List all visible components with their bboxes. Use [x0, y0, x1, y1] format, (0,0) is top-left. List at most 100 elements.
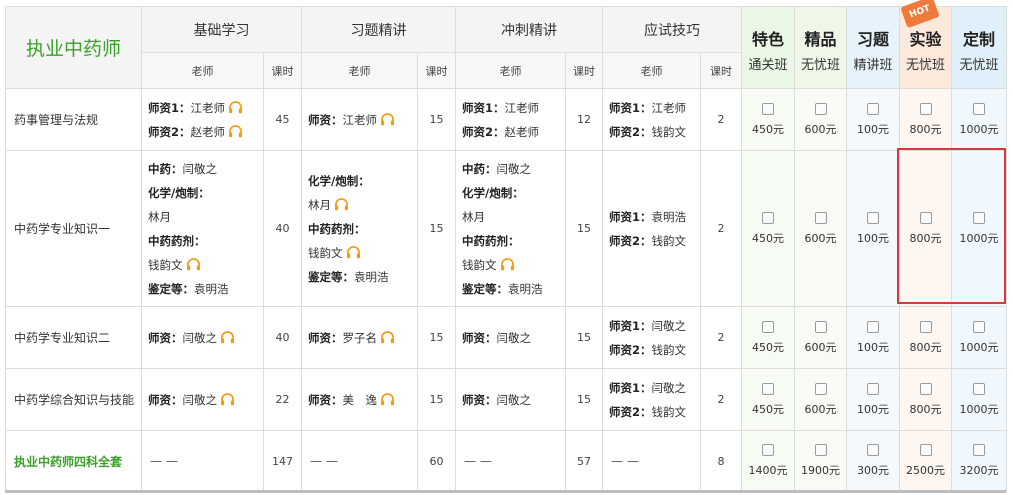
package-checkbox[interactable] — [814, 382, 827, 395]
hours-cell: 15 — [417, 306, 456, 369]
teacher-line: 林月 — [148, 205, 257, 229]
teacher-name: 钱韵文 — [308, 245, 343, 260]
bundle-checkbox[interactable] — [919, 444, 932, 456]
sub-header-hours: 课时 — [700, 52, 742, 89]
package-checkbox[interactable] — [919, 320, 932, 333]
hours-cell: 2 — [700, 150, 742, 307]
group-exercise: 习题精讲 — [301, 6, 456, 53]
hot-badge: HOT — [900, 0, 940, 29]
teacher-cell-skills: 师资1：闫敬之 师资2：钱韵文 — [602, 306, 701, 369]
teacher-name: 江老师 — [504, 100, 540, 115]
price-label: 450元 — [752, 340, 784, 354]
package-checkbox[interactable] — [762, 211, 774, 224]
teacher-label: 师资： — [148, 392, 183, 407]
headphone-icon[interactable] — [228, 124, 243, 138]
teacher-name: 闫敬之 — [496, 392, 532, 407]
bundle-dash: — — — [455, 430, 566, 492]
teacher-cell-exercise: 师资：美 逸 — [301, 368, 418, 431]
hours-cell: 15 — [565, 150, 603, 307]
hours-cell: 15 — [565, 368, 603, 431]
teacher-name: 闫敬之 — [182, 392, 218, 407]
bundle-hours: 60 — [417, 430, 456, 492]
package-subtitle: 无忧班 — [905, 58, 945, 73]
package-checkbox[interactable] — [973, 320, 985, 333]
teacher-name: 袁明浩 — [508, 281, 543, 296]
package-checkbox[interactable] — [814, 211, 827, 224]
subject-name: 药事管理与法规 — [5, 88, 142, 151]
headphone-icon[interactable] — [220, 392, 235, 406]
teacher-line: 师资1：江老师 — [462, 96, 559, 120]
teacher-line: 师资1：闫敬之 — [609, 376, 694, 400]
headphone-icon[interactable] — [220, 330, 235, 344]
teacher-line: 化学/炮制： — [462, 181, 559, 205]
teacher-line: 师资：闫敬之 — [462, 326, 559, 350]
teacher-cell-basic: 师资：闫敬之 — [141, 368, 264, 431]
sub-header-teacher: 老师 — [602, 52, 701, 89]
package-checkbox[interactable] — [814, 320, 827, 333]
bundle-price-label: 300元 — [857, 464, 889, 477]
bundle-checkbox[interactable] — [867, 444, 879, 456]
package-checkbox[interactable] — [867, 382, 879, 395]
package-checkbox[interactable] — [973, 102, 985, 115]
package-checkbox[interactable] — [919, 382, 932, 395]
teacher-cell-basic: 中药：闫敬之 化学/炮制： 林月 中药药剂： 钱韵文 鉴定等：袁明浩 — [141, 150, 264, 307]
teacher-line: 师资2：钱韵文 — [609, 400, 694, 424]
package-checkbox[interactable] — [867, 102, 879, 115]
price-cell: 800元 — [899, 150, 952, 307]
teacher-line: 师资1：江老师 — [609, 96, 694, 120]
teacher-label: 师资： — [148, 330, 183, 345]
teacher-label: 化学/炮制： — [462, 185, 524, 200]
headphone-icon[interactable] — [380, 112, 395, 126]
course-price-table-page: 执业中药师 基础学习 习题精讲 冲刺精讲 应试技巧 特色 通关班 精品 无忧班 … — [0, 0, 1013, 495]
teacher-line: 林月 — [308, 193, 411, 217]
bundle-checkbox[interactable] — [814, 444, 827, 456]
package-checkbox[interactable] — [762, 382, 774, 395]
hours-cell: 12 — [565, 88, 603, 151]
teacher-cell-sprint: 师资：闫敬之 — [455, 306, 566, 369]
bundle-price-label: 3200元 — [959, 464, 999, 477]
package-checkbox[interactable] — [973, 382, 985, 395]
bundle-checkbox[interactable] — [973, 444, 985, 456]
package-checkbox[interactable] — [919, 211, 932, 224]
price-label: 1000元 — [959, 122, 999, 136]
bottom-divider — [5, 490, 1006, 493]
group-sprint: 冲刺精讲 — [455, 6, 603, 53]
teacher-line: 师资：江老师 — [308, 108, 411, 132]
package-title: 精品 — [804, 30, 837, 49]
package-checkbox[interactable] — [867, 320, 879, 333]
price-label: 800元 — [909, 122, 942, 136]
package-checkbox[interactable] — [867, 211, 879, 224]
teacher-label: 鉴定等： — [308, 269, 354, 284]
package-checkbox[interactable] — [762, 320, 774, 333]
headphone-icon[interactable] — [346, 245, 361, 259]
headphone-icon[interactable] — [380, 392, 395, 406]
package-header-4: 定制 无忧班 — [951, 6, 1007, 89]
package-checkbox[interactable] — [814, 102, 827, 115]
teacher-line: 师资：美 逸 — [308, 388, 411, 412]
teacher-line: 化学/炮制： — [308, 169, 411, 193]
headphone-icon[interactable] — [228, 100, 243, 114]
price-cell: 800元 — [899, 88, 952, 151]
package-checkbox[interactable] — [973, 211, 985, 224]
package-checkbox[interactable] — [762, 102, 774, 115]
price-label: 450元 — [752, 122, 784, 136]
price-label: 1000元 — [959, 340, 999, 354]
headphone-icon[interactable] — [334, 197, 349, 211]
headphone-icon[interactable] — [186, 257, 201, 271]
teacher-cell-sprint: 中药：闫敬之 化学/炮制： 林月 中药药剂： 钱韵文 鉴定等：袁明浩 — [455, 150, 566, 307]
price-cell: 450元 — [741, 368, 795, 431]
teacher-cell-exercise: 师资：罗子名 — [301, 306, 418, 369]
headphone-icon[interactable] — [500, 257, 515, 271]
bundle-dash: — — — [141, 430, 264, 492]
table-row: 中药学专业知识一 中药：闫敬之 化学/炮制： 林月 中药药剂： 钱韵文 鉴定等：袁明浩 40 化… — [5, 150, 1007, 307]
package-checkbox[interactable] — [919, 102, 932, 115]
bundle-checkbox[interactable] — [762, 444, 774, 456]
teacher-label: 师资2： — [462, 124, 505, 139]
price-cell: 100元 — [846, 150, 900, 307]
teacher-line: 鉴定等：袁明浩 — [462, 277, 559, 301]
price-cell: 1000元 — [951, 306, 1007, 369]
teacher-line: 鉴定等：袁明浩 — [308, 265, 411, 289]
subject-name: 中药学专业知识二 — [5, 306, 142, 369]
headphone-icon[interactable] — [380, 330, 395, 344]
teacher-name: 闫敬之 — [496, 161, 532, 176]
